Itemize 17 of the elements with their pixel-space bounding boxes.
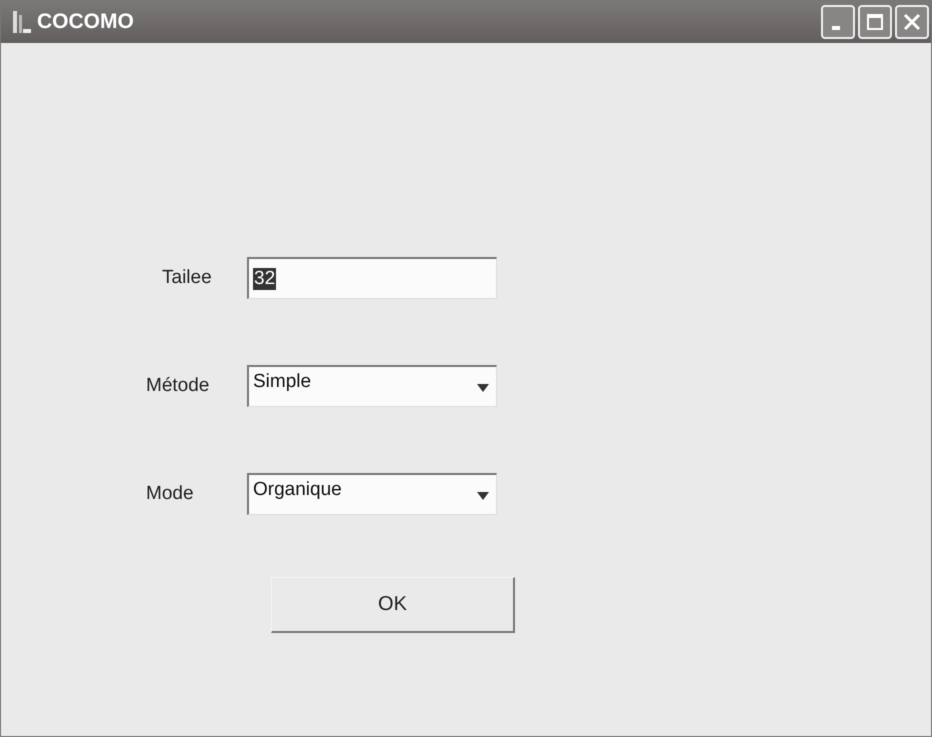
ok-button[interactable]: OK [271, 577, 515, 633]
dropdown[interactable]: Organique [247, 473, 497, 515]
field-label: Tailee [161, 267, 213, 289]
minimize-button[interactable] [821, 5, 855, 39]
maximize-icon [866, 13, 884, 31]
input-field[interactable]: 32 [247, 257, 497, 299]
close-button[interactable] [895, 5, 929, 39]
dropdown-arrow-icon [476, 491, 490, 501]
minimize-icon [832, 26, 840, 30]
field-label: Métode [146, 375, 210, 397]
maximize-button[interactable] [858, 5, 892, 39]
app-icon [11, 9, 33, 35]
window-title: COCOMO [37, 10, 134, 34]
dropdown[interactable]: Simple [247, 365, 497, 407]
field-label: Mode [146, 483, 195, 505]
dropdown-arrow-icon [476, 383, 490, 393]
close-icon [903, 13, 921, 31]
